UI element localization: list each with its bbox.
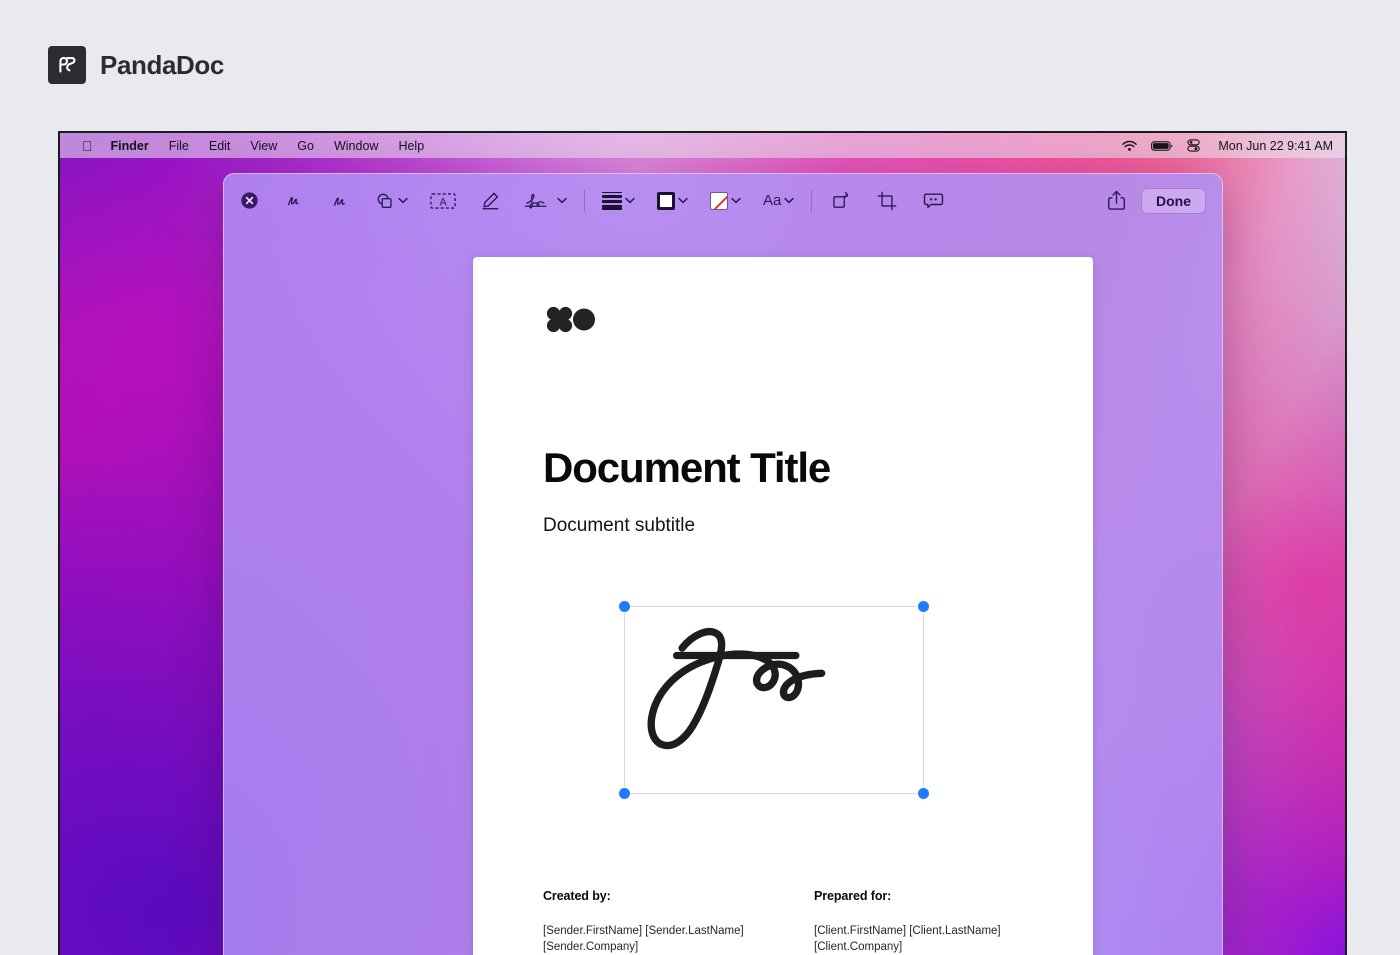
shapes-tool-button[interactable] xyxy=(372,186,411,216)
prepared-for-column: Prepared for: [Client.FirstName] [Client… xyxy=(814,889,1043,955)
draw-tool-button[interactable] xyxy=(326,186,356,216)
chevron-down-icon[interactable] xyxy=(678,197,688,204)
created-by-line-1: [Sender.FirstName] [Sender.LastName] xyxy=(543,925,744,937)
fill-color-button[interactable] xyxy=(707,186,744,216)
prepared-for-line-1: [Client.FirstName] [Client.LastName] xyxy=(814,925,1001,937)
markup-window: A Aa Done Document Title Document subtit… xyxy=(223,173,1223,955)
font-icon: Aa xyxy=(763,192,782,209)
highlight-tool-button[interactable] xyxy=(475,186,505,216)
prepared-for-heading: Prepared for: xyxy=(814,889,892,903)
close-markup-button[interactable] xyxy=(234,186,264,216)
resize-handle-bottom-left[interactable] xyxy=(619,788,630,799)
markup-toolbar: A Aa Done xyxy=(224,174,1222,227)
border-color-swatch-icon xyxy=(657,191,675,210)
svg-text:A: A xyxy=(439,196,447,208)
crop-button[interactable] xyxy=(872,186,902,216)
text-tool-button[interactable]: A xyxy=(427,186,459,216)
annotate-button[interactable] xyxy=(918,186,948,216)
share-button[interactable] xyxy=(1101,186,1131,216)
pandadoc-brand: PandaDoc xyxy=(48,46,224,84)
clover-dot-logo-icon xyxy=(543,306,595,334)
page-subtitle: Document subtitle xyxy=(543,515,696,536)
resize-handle-top-right[interactable] xyxy=(918,601,929,612)
resize-handle-top-left[interactable] xyxy=(619,601,630,612)
battery-icon[interactable] xyxy=(1151,140,1173,152)
mac-screenshot-frame:  Finder File Edit View Go Window Help xyxy=(58,131,1347,955)
line-style-button[interactable] xyxy=(599,186,638,216)
created-by-column: Created by: [Sender.FirstName] [Sender.L… xyxy=(543,889,772,955)
chevron-down-icon[interactable] xyxy=(731,197,741,204)
document-page: Document Title Document subtitle Created… xyxy=(473,257,1093,955)
signature-selection-box[interactable] xyxy=(619,601,929,799)
document-content: Document Title Document subtitle Created… xyxy=(543,257,1043,955)
menu-item-view[interactable]: View xyxy=(250,139,277,153)
sketch-tool-button[interactable] xyxy=(280,186,310,216)
toolbar-divider xyxy=(811,189,813,212)
created-by-line-2: [Sender.Company] xyxy=(543,941,639,954)
signature-tool-button[interactable] xyxy=(521,186,570,216)
menu-item-go[interactable]: Go xyxy=(297,139,314,153)
menu-item-edit[interactable]: Edit xyxy=(209,139,231,153)
menu-item-file[interactable]: File xyxy=(169,139,189,153)
menu-item-window[interactable]: Window xyxy=(334,139,378,153)
fill-color-swatch-icon xyxy=(710,191,728,210)
chevron-down-icon[interactable] xyxy=(625,197,635,204)
created-by-heading: Created by: xyxy=(543,889,611,903)
page-title: Document Title xyxy=(543,444,831,491)
menu-item-finder[interactable]: Finder xyxy=(111,139,149,153)
menu-item-help[interactable]: Help xyxy=(398,139,424,153)
pandadoc-logo-icon xyxy=(48,46,86,84)
rotate-button[interactable] xyxy=(826,186,856,216)
resize-handle-bottom-right[interactable] xyxy=(918,788,929,799)
font-style-button[interactable]: Aa xyxy=(760,186,797,216)
chevron-down-icon[interactable] xyxy=(398,197,408,204)
prepared-for-line-2: [Client.Company] xyxy=(814,941,903,954)
done-button[interactable]: Done xyxy=(1141,187,1206,214)
border-color-button[interactable] xyxy=(654,186,691,216)
toolbar-divider xyxy=(584,189,585,212)
menubar-clock[interactable]: Mon Jun 22 9:41 AM xyxy=(1218,139,1333,153)
handwritten-signature xyxy=(647,628,826,750)
macos-menubar:  Finder File Edit View Go Window Help xyxy=(60,133,1345,158)
control-center-icon[interactable] xyxy=(1187,139,1200,152)
line-weight-icon xyxy=(602,191,622,210)
chevron-down-icon[interactable] xyxy=(784,197,795,204)
wifi-icon[interactable] xyxy=(1122,140,1138,152)
apple-logo-icon[interactable]:  xyxy=(82,139,93,153)
brand-name: PandaDoc xyxy=(100,49,224,80)
document-footer: Created by: [Sender.FirstName] [Sender.L… xyxy=(543,889,1043,955)
chevron-down-icon[interactable] xyxy=(557,197,567,204)
